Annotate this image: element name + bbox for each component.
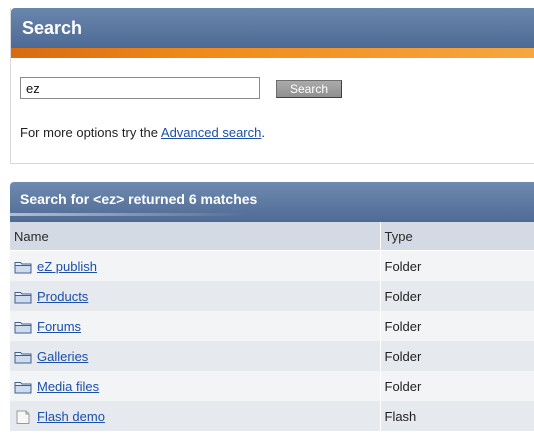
search-panel: Search Search For more options try the A… <box>10 8 534 164</box>
search-input[interactable] <box>20 77 260 99</box>
result-link[interactable]: Galleries <box>37 349 88 364</box>
results-table: Name Type eZ publish Folder Products Folder… <box>10 222 534 431</box>
results-panel: Search for <ez> returned 6 matches Name … <box>10 182 534 440</box>
search-panel-title: Search <box>11 8 534 48</box>
results-body: eZ publish Folder Products Folder Forums Fold… <box>10 250 534 431</box>
result-link[interactable]: Flash demo <box>37 409 105 424</box>
folder-icon <box>14 350 32 364</box>
page: Search Search For more options try the A… <box>0 0 534 440</box>
folder-icon <box>14 320 32 334</box>
advanced-search-link[interactable]: Advanced search <box>161 125 261 140</box>
table-row: eZ publish Folder <box>10 250 534 281</box>
type-cell: Folder <box>380 311 534 341</box>
more-options-prefix: For more options try the <box>20 125 161 140</box>
table-row: Galleries Folder <box>10 341 534 371</box>
type-cell: Folder <box>380 281 534 311</box>
table-row: Forums Folder <box>10 311 534 341</box>
folder-icon <box>14 380 32 394</box>
table-row: Products Folder <box>10 281 534 311</box>
heading-shine <box>10 213 534 216</box>
table-row: Flash demo Flash <box>10 401 534 431</box>
type-cell: Folder <box>380 371 534 401</box>
accent-bar <box>11 48 534 58</box>
name-cell: Galleries <box>10 341 381 371</box>
result-link[interactable]: Forums <box>37 319 81 334</box>
name-cell: Media files <box>10 371 381 401</box>
type-cell: Flash <box>380 401 534 431</box>
result-link[interactable]: Products <box>37 289 88 304</box>
name-cell: Forums <box>10 311 381 341</box>
more-options-suffix: . <box>261 125 265 140</box>
results-heading: Search for <ez> returned 6 matches <box>10 182 534 222</box>
results-header-row: Name Type <box>10 222 534 251</box>
folder-icon <box>14 290 32 304</box>
folder-icon <box>14 260 32 274</box>
column-header-name[interactable]: Name <box>10 222 381 251</box>
results-heading-text: Search for <ez> returned 6 matches <box>20 191 258 207</box>
more-options-text: For more options try the Advanced search… <box>20 125 265 140</box>
result-link[interactable]: eZ publish <box>37 259 97 274</box>
name-cell: Products <box>10 281 381 311</box>
result-link[interactable]: Media files <box>37 379 99 394</box>
column-header-type[interactable]: Type <box>380 222 534 251</box>
name-cell: Flash demo <box>10 401 381 431</box>
type-cell: Folder <box>380 341 534 371</box>
table-row: Media files Folder <box>10 371 534 401</box>
type-cell: Folder <box>380 250 534 281</box>
document-icon <box>14 410 32 424</box>
search-button[interactable]: Search <box>276 80 342 98</box>
name-cell: eZ publish <box>10 250 381 281</box>
